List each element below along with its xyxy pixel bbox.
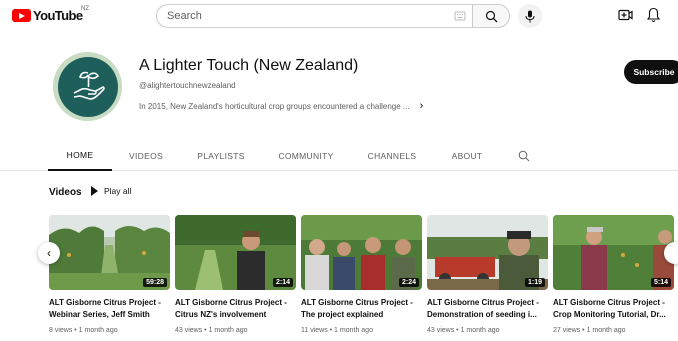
play-icon	[91, 186, 98, 196]
video-meta: 8 views • 1 month ago	[49, 327, 118, 334]
logo-region: NZ	[81, 6, 89, 12]
bell-icon	[646, 7, 661, 23]
hand-plant-icon	[73, 71, 105, 100]
keyboard-icon[interactable]	[454, 10, 466, 22]
video-thumbnail[interactable]: 2:24	[301, 215, 422, 290]
video-duration: 2:24	[398, 278, 419, 287]
search-icon	[485, 10, 497, 22]
video-duration: 5:14	[650, 278, 671, 287]
tab-playlists[interactable]: PLAYLISTS	[186, 141, 256, 171]
avatar-inner	[57, 56, 118, 117]
video-meta: 11 views • 1 month ago	[301, 327, 373, 334]
video-meta: 27 views • 1 month ago	[553, 327, 626, 334]
channel-handle: @alightertouchnewzealand	[139, 81, 236, 90]
video-title[interactable]: ALT Gisborne Citrus Project - Crop Monit…	[553, 297, 674, 321]
video-thumbnail[interactable]: 59:28	[49, 215, 170, 290]
video-title[interactable]: ALT Gisborne Citrus Project - Demonstrat…	[427, 297, 548, 321]
search-placeholder: Search	[167, 10, 202, 22]
video-duration: 2:14	[272, 278, 293, 287]
channel-tabs: HOME VIDEOS PLAYLISTS COMMUNITY CHANNELS…	[0, 141, 678, 171]
tab-community[interactable]: COMMUNITY	[268, 141, 344, 171]
video-thumbnail[interactable]: 1:19	[427, 215, 548, 290]
channel-description[interactable]: In 2015, New Zealand's horticultural cro…	[139, 100, 423, 112]
chevron-right-icon[interactable]: ›	[420, 100, 424, 112]
video-thumbnail[interactable]: 5:14	[553, 215, 674, 290]
tab-channels[interactable]: CHANNELS	[358, 141, 426, 171]
video-thumbnail[interactable]: 2:14	[175, 215, 296, 290]
chevron-left-icon: ‹	[47, 246, 51, 260]
tab-home[interactable]: HOME	[48, 141, 112, 171]
video-title[interactable]: ALT Gisborne Citrus Project - The projec…	[301, 297, 422, 321]
video-card[interactable]: 2:24 ALT Gisborne Citrus Project - The p…	[301, 215, 422, 334]
video-card[interactable]: 1:19 ALT Gisborne Citrus Project - Demon…	[427, 215, 548, 334]
mic-button[interactable]	[518, 4, 542, 28]
video-card[interactable]: 5:14 ALT Gisborne Citrus Project - Crop …	[553, 215, 674, 334]
youtube-logo[interactable]: YouTube NZ	[12, 6, 89, 23]
notifications-button[interactable]	[646, 7, 661, 28]
video-card[interactable]: 59:28 ALT Gisborne Citrus Project - Webi…	[49, 215, 170, 334]
search-bar: Search	[156, 4, 510, 28]
create-icon	[618, 9, 633, 21]
logo-text: YouTube	[33, 8, 83, 23]
mic-icon	[525, 10, 535, 22]
video-duration: 1:19	[524, 278, 545, 287]
section-title: Videos	[49, 187, 82, 198]
channel-title: A Lighter Touch (New Zealand)	[139, 57, 359, 74]
youtube-play-icon	[12, 9, 31, 22]
carousel-previous-button[interactable]: ‹	[38, 242, 60, 264]
tab-about[interactable]: ABOUT	[440, 141, 494, 171]
video-duration: 59:28	[143, 278, 167, 287]
search-button[interactable]	[472, 4, 510, 28]
channel-search-icon[interactable]	[518, 150, 530, 162]
video-title[interactable]: ALT Gisborne Citrus Project - Citrus NZ'…	[175, 297, 296, 321]
channel-description-text: In 2015, New Zealand's horticultural cro…	[139, 101, 410, 111]
play-all-label: Play all	[104, 186, 132, 196]
channel-avatar	[53, 52, 122, 121]
video-meta: 43 views • 1 month ago	[175, 327, 248, 334]
video-title[interactable]: ALT Gisborne Citrus Project - Webinar Se…	[49, 297, 170, 321]
subscribe-button[interactable]: Subscribe	[624, 60, 678, 84]
create-button[interactable]	[618, 8, 633, 27]
play-all-button[interactable]: Play all	[91, 186, 131, 196]
search-input[interactable]: Search	[156, 4, 472, 28]
top-bar: YouTube NZ Search	[0, 0, 678, 34]
video-meta: 43 views • 1 month ago	[427, 327, 500, 334]
tab-videos[interactable]: VIDEOS	[118, 141, 174, 171]
video-card[interactable]: 2:14 ALT Gisborne Citrus Project - Citru…	[175, 215, 296, 334]
